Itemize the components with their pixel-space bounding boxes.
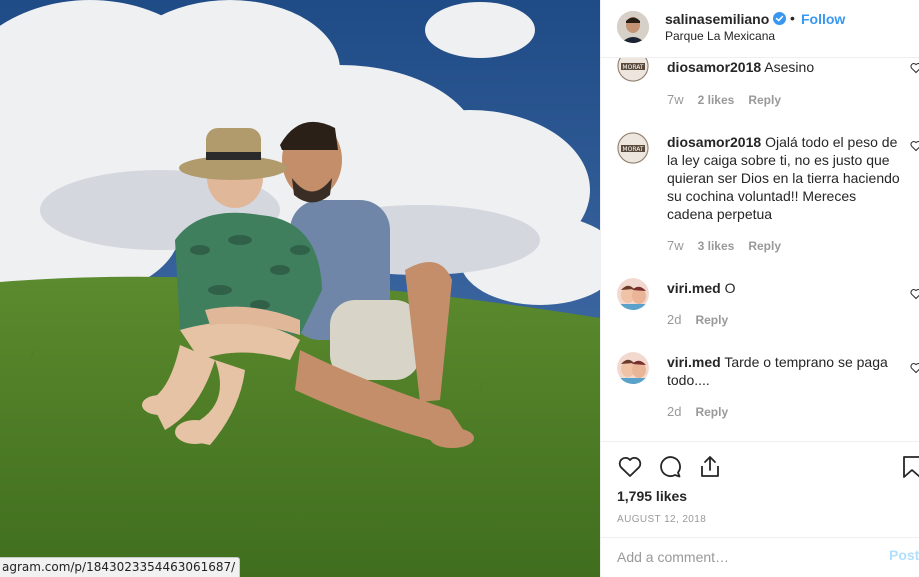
comment-username[interactable]: viri.med [667,354,721,370]
post-sidebar: salinasemiliano • Follow Parque La Mexic… [600,0,919,577]
comment-icon[interactable] [657,454,683,480]
author-avatar[interactable] [617,11,649,43]
post-header: salinasemiliano • Follow Parque La Mexic… [601,0,919,58]
comment-heart-icon[interactable] [910,140,919,152]
comment-meta: 2d Reply [667,312,728,327]
comment-username[interactable]: viri.med [667,280,721,296]
heart-icon[interactable] [617,454,643,480]
comment-meta: 7w 3 likes Reply [667,238,781,253]
verified-badge-icon [773,12,786,25]
comment-text: diosamor2018 Asesino [667,58,903,76]
comment-meta: 2d Reply [667,404,728,419]
comment-meta: 7w 2 likes Reply [667,92,781,107]
comment-body: O [724,280,736,296]
comment-time[interactable]: 7w [667,92,684,107]
comments-list[interactable]: MORAT diosamor2018 Asesino 7w 2 likes Repl… [601,58,919,441]
comment-body: Asesino [764,59,815,75]
add-comment-bar: Post [601,537,919,577]
commenter-avatar[interactable] [617,352,649,384]
share-icon[interactable] [697,454,723,480]
comment-likes[interactable]: 2 likes [698,93,735,107]
comment-heart-icon[interactable] [910,62,919,74]
post-location[interactable]: Parque La Mexicana [665,29,775,43]
likes-count[interactable]: 1,795 likes [617,488,687,504]
reply-button[interactable]: Reply [748,239,781,253]
comment-text: viri.med Tarde o temprano se paga todo..… [667,353,903,389]
comment-heart-icon[interactable] [910,288,919,300]
comment-heart-icon[interactable] [910,362,919,374]
status-bar-url: agram.com/p/1843023354463061687/ [0,557,241,577]
author-username[interactable]: salinasemiliano [665,11,769,27]
comment-text: diosamor2018 Ojalá todo el peso de la le… [667,133,903,223]
comment-username[interactable]: diosamor2018 [667,59,761,75]
bookmark-icon[interactable] [899,454,919,480]
comment-time[interactable]: 7w [667,238,684,253]
post-comment-button[interactable]: Post [889,547,919,563]
commenter-avatar[interactable] [617,278,649,310]
avatar-badge-text: MORAT [622,64,643,71]
comment-input[interactable] [617,546,867,568]
comment-likes[interactable]: 3 likes [698,239,735,253]
comment-time[interactable]: 2d [667,404,681,419]
reply-button[interactable]: Reply [695,313,728,327]
post-date[interactable]: AUGUST 12, 2018 [617,514,706,525]
header-separator: • [790,10,795,26]
reply-button[interactable]: Reply [695,405,728,419]
commenter-avatar[interactable]: MORAT [617,58,649,82]
follow-button[interactable]: Follow [801,11,845,27]
post-photo[interactable]: agram.com/p/1843023354463061687/ [0,0,600,577]
avatar-badge-text: MORAT [622,146,643,153]
commenter-avatar[interactable]: MORAT [617,132,649,164]
post-actions: 1,795 likes AUGUST 12, 2018 [601,441,919,537]
comment-username[interactable]: diosamor2018 [667,134,761,150]
comment-text: viri.med O [667,279,903,297]
comment-time[interactable]: 2d [667,312,681,327]
post-image [0,0,600,577]
reply-button[interactable]: Reply [748,93,781,107]
